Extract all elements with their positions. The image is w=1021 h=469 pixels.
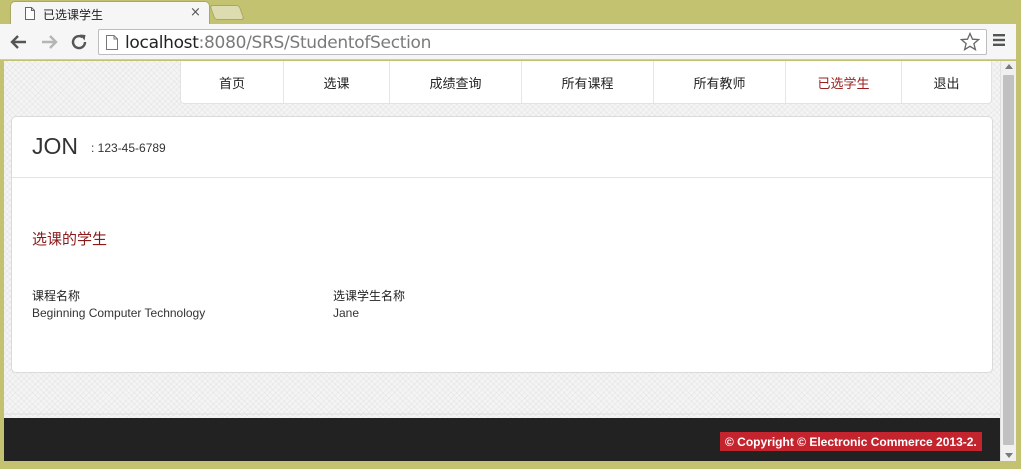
url-text: localhost:8080/SRS/StudentofSection	[125, 33, 431, 53]
nav-item-enrolled-students[interactable]: 已选学生	[786, 61, 902, 103]
nav-item-course-select[interactable]: 选课	[284, 61, 390, 103]
scroll-thumb[interactable]	[1003, 75, 1014, 445]
user-id: : 123-45-6789	[91, 141, 166, 155]
new-tab-button[interactable]	[209, 5, 245, 20]
address-bar[interactable]: localhost:8080/SRS/StudentofSection	[98, 29, 987, 55]
page-viewport: 首页 选课 成绩查询 所有课程 所有教师 已选学生 退出 JON : 123-4…	[4, 61, 1000, 461]
nav-item-all-teachers[interactable]: 所有教师	[654, 61, 786, 103]
user-header: JON : 123-45-6789	[12, 117, 992, 178]
forward-button[interactable]	[38, 31, 60, 53]
scroll-up-arrow-icon[interactable]	[1005, 64, 1013, 69]
copyright-badge: © Copyright © Electronic Commerce 2013-2…	[720, 432, 982, 451]
section-title: 选课的学生	[32, 230, 108, 248]
browser-tab[interactable]: 已选课学生 ×	[10, 1, 210, 24]
tab-title: 已选课学生	[43, 8, 104, 22]
column-header-course-name: 课程名称	[32, 289, 81, 303]
back-button[interactable]	[8, 31, 30, 53]
reload-button[interactable]	[68, 31, 90, 53]
star-icon[interactable]	[960, 32, 980, 52]
url-host: localhost	[125, 33, 199, 53]
window-frame-right	[1016, 24, 1021, 469]
window-frame-bottom	[0, 461, 1021, 469]
page-icon	[106, 35, 118, 50]
close-icon[interactable]: ×	[190, 5, 201, 20]
arrow-right-icon	[42, 35, 58, 49]
footer-divider	[4, 413, 1000, 415]
scroll-down-arrow-icon[interactable]	[1005, 453, 1013, 458]
vertical-scrollbar[interactable]	[1000, 61, 1016, 461]
menu-icon[interactable]	[992, 33, 1006, 47]
page-footer: © Copyright © Electronic Commerce 2013-2…	[4, 418, 1000, 461]
cell-course-name: Beginning Computer Technology	[32, 306, 206, 320]
column-header-student-name: 选课学生名称	[333, 289, 406, 303]
url-path: :8080/SRS/StudentofSection	[198, 33, 432, 53]
user-name: JON	[32, 133, 78, 159]
reload-icon	[71, 34, 87, 50]
tab-strip: 已选课学生 ×	[0, 0, 1021, 24]
nav-item-all-courses[interactable]: 所有课程	[522, 61, 654, 103]
nav-item-home[interactable]: 首页	[181, 61, 284, 103]
arrow-left-icon	[10, 35, 26, 49]
nav-item-grades[interactable]: 成绩查询	[390, 61, 522, 103]
browser-toolbar: localhost:8080/SRS/StudentofSection	[0, 24, 1021, 60]
main-nav: 首页 选课 成绩查询 所有课程 所有教师 已选学生 退出	[180, 61, 992, 104]
nav-item-logout[interactable]: 退出	[902, 61, 991, 103]
cell-student-name: Jane	[333, 306, 360, 320]
content-panel: JON : 123-45-6789 选课的学生 课程名称 选课学生名称 Begi…	[11, 116, 993, 373]
page-icon	[25, 7, 35, 20]
